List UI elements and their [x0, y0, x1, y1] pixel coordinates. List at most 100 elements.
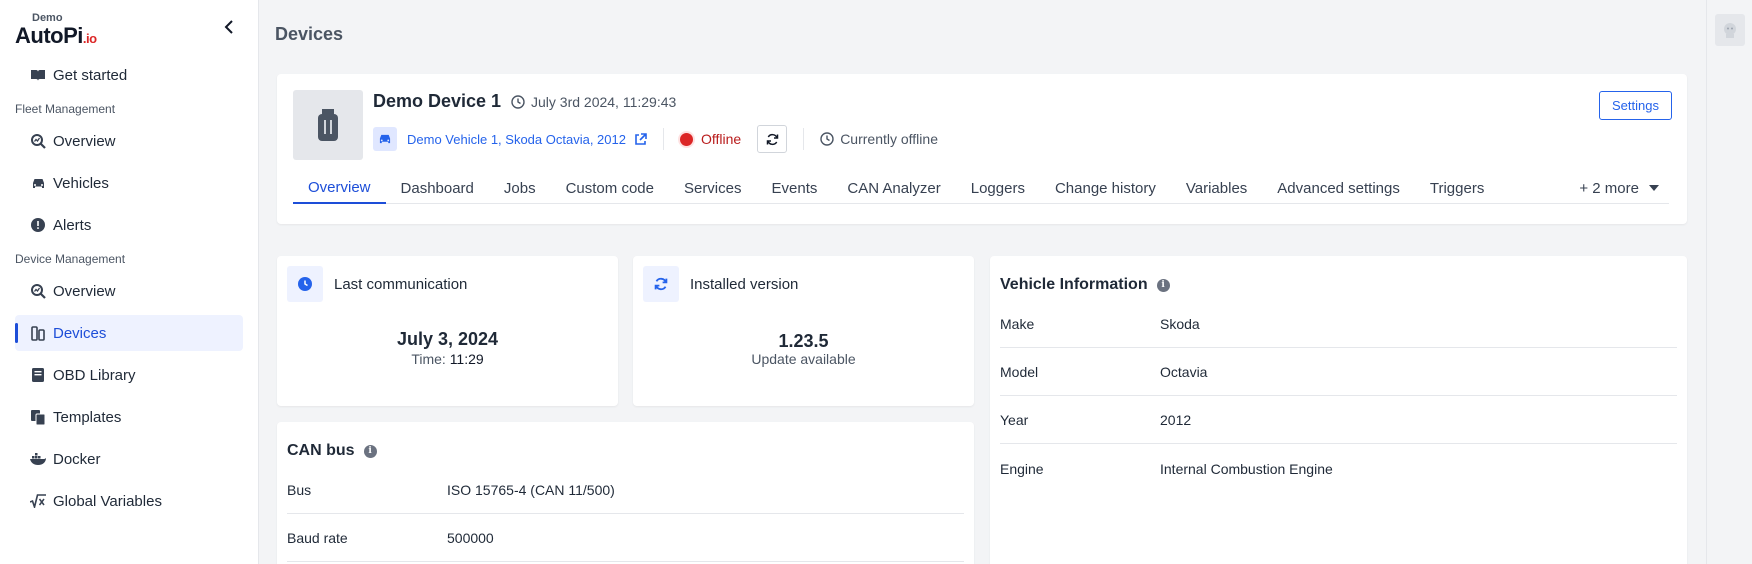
vehicle-info-row: Model Octavia	[1000, 348, 1677, 396]
device-tabs: Overview Dashboard Jobs Custom code Serv…	[293, 172, 1669, 204]
tab-variables[interactable]: Variables	[1171, 172, 1262, 204]
sidebar-item-label: Docker	[53, 450, 101, 468]
user-avatar[interactable]	[1715, 14, 1745, 46]
info-icon[interactable]: i	[363, 444, 377, 458]
logo-brand-suffix: .io	[82, 31, 97, 46]
kv-key: Engine	[1000, 461, 1044, 477]
tab-overview[interactable]: Overview	[293, 172, 386, 204]
kv-key: Baud rate	[287, 529, 348, 546]
vehicle-link[interactable]: Demo Vehicle 1, Skoda Octavia, 2012	[407, 132, 647, 147]
sidebar-item-docker[interactable]: Docker	[15, 441, 243, 477]
tab-custom-code[interactable]: Custom code	[551, 172, 669, 204]
sidebar-item-templates[interactable]: Templates	[15, 399, 243, 435]
vehicle-link-text: Demo Vehicle 1, Skoda Octavia, 2012	[407, 131, 626, 147]
info-icon[interactable]: i	[1156, 278, 1170, 292]
kv-value: ISO 15765-4 (CAN 11/500)	[447, 481, 615, 498]
last-communication-date: July 3, 2024	[396, 329, 499, 349]
book-closed-icon	[30, 367, 46, 383]
tab-loggers[interactable]: Loggers	[956, 172, 1040, 204]
section-fleet-management: Fleet Management	[15, 102, 116, 116]
last-communication-card: Last communication July 3, 2024 Time: 11…	[277, 256, 618, 406]
sidebar-item-fleet-overview[interactable]: Overview	[15, 123, 243, 159]
square-root-icon	[30, 493, 46, 509]
installed-version-number: 1.23.5	[778, 331, 829, 351]
kv-value: 2012	[1160, 411, 1192, 428]
sidebar-item-label: Alerts	[53, 216, 92, 234]
autopi-logo[interactable]: Demo AutoPi.io	[15, 12, 97, 51]
time-value: 11:29	[449, 351, 484, 367]
clock-icon	[511, 95, 525, 109]
sidebar-item-devices[interactable]: Devices	[15, 315, 243, 351]
devices-icon	[30, 325, 46, 341]
tab-change-history[interactable]: Change history	[1040, 172, 1171, 204]
collapse-sidebar-button[interactable]	[220, 18, 238, 36]
can-bus-title: CAN bus i	[287, 442, 377, 460]
tab-jobs[interactable]: Jobs	[489, 172, 551, 204]
installed-version-label: Installed version	[690, 275, 799, 293]
refresh-button[interactable]	[757, 125, 788, 153]
clock-badge-icon	[287, 266, 323, 302]
device-name: Demo Device 1	[373, 91, 502, 111]
kv-key: Make	[1000, 315, 1035, 332]
device-meta-row: Demo Vehicle 1, Skoda Octavia, 2012 Offl…	[373, 125, 938, 153]
external-link-icon	[635, 132, 647, 145]
templates-icon	[30, 409, 46, 425]
connection-status: Currently offline	[820, 131, 938, 147]
caret-down-icon	[1649, 185, 1659, 191]
tab-more-dropdown[interactable]: + 2 more	[1564, 172, 1669, 204]
last-communication-header: Last communication	[287, 266, 467, 302]
tab-services[interactable]: Services	[669, 172, 757, 204]
tab-dashboard[interactable]: Dashboard	[386, 172, 489, 204]
tab-advanced-settings[interactable]: Advanced settings	[1262, 172, 1415, 204]
sidebar: Demo AutoPi.io Get started Fleet Managem…	[0, 0, 259, 564]
sidebar-item-label: Get started	[53, 66, 128, 84]
search-chart-icon	[30, 133, 46, 149]
sidebar-item-device-overview[interactable]: Overview	[15, 273, 243, 309]
sidebar-item-get-started[interactable]: Get started	[15, 57, 243, 93]
vehicle-information-title-text: Vehicle Information	[1000, 276, 1148, 293]
search-chart-icon	[30, 283, 46, 299]
can-bus-row: Baud rate 500000	[287, 514, 964, 562]
sidebar-item-obd-library[interactable]: OBD Library	[15, 357, 243, 393]
tab-triggers[interactable]: Triggers	[1415, 172, 1499, 204]
device-header-card: Demo Device 1 July 3rd 2024, 11:29:43 De…	[277, 74, 1687, 224]
sync-badge-icon	[643, 266, 679, 302]
can-bus-title-text: CAN bus	[287, 442, 355, 459]
sidebar-item-vehicles[interactable]: Vehicles	[15, 165, 243, 201]
vehicle-info-row: Engine Internal Combustion Engine	[1000, 445, 1677, 493]
sidebar-item-alerts[interactable]: Alerts	[15, 207, 243, 243]
vehicle-info-row: Make Skoda	[1000, 300, 1677, 348]
device-thumbnail	[293, 90, 363, 160]
vehicle-information-card: Vehicle Information i Make Skoda Model O…	[990, 256, 1687, 564]
update-available-link[interactable]: Update available	[633, 351, 974, 367]
last-communication-label: Last communication	[334, 275, 468, 293]
robot-icon	[1724, 23, 1736, 38]
autopi-dongle-icon	[318, 109, 338, 141]
sidebar-item-label: Devices	[53, 324, 107, 342]
kv-key: Bus	[287, 481, 312, 498]
sidebar-item-label: Templates	[53, 408, 122, 426]
sidebar-item-label: Overview	[53, 132, 116, 150]
refresh-icon	[766, 133, 778, 145]
right-rail	[1706, 0, 1752, 564]
vehicle-info-row: Year 2012	[1000, 396, 1677, 444]
can-bus-card: CAN bus i Bus ISO 15765-4 (CAN 11/500) B…	[277, 422, 974, 564]
kv-value: Octavia	[1160, 363, 1208, 380]
settings-button[interactable]: Settings	[1599, 91, 1672, 120]
sidebar-item-label: Vehicles	[53, 174, 109, 192]
sidebar-item-label: Overview	[53, 282, 116, 300]
kv-value: 500000	[447, 529, 494, 546]
car-chip-icon	[373, 127, 397, 151]
logo-brand-name: AutoPi	[15, 23, 83, 48]
divider	[662, 128, 664, 150]
installed-version-card: Installed version 1.23.5 Update availabl…	[633, 256, 974, 406]
sidebar-item-global-variables[interactable]: Global Variables	[15, 483, 243, 519]
last-communication-time: Time: 11:29	[277, 351, 618, 367]
page-title: Devices	[275, 24, 344, 44]
sidebar-item-label: Global Variables	[53, 492, 162, 510]
sidebar-item-label: OBD Library	[53, 366, 136, 384]
clock-icon	[820, 132, 834, 146]
tab-can-analyzer[interactable]: CAN Analyzer	[832, 172, 955, 204]
alert-icon	[30, 217, 46, 233]
tab-events[interactable]: Events	[757, 172, 833, 204]
